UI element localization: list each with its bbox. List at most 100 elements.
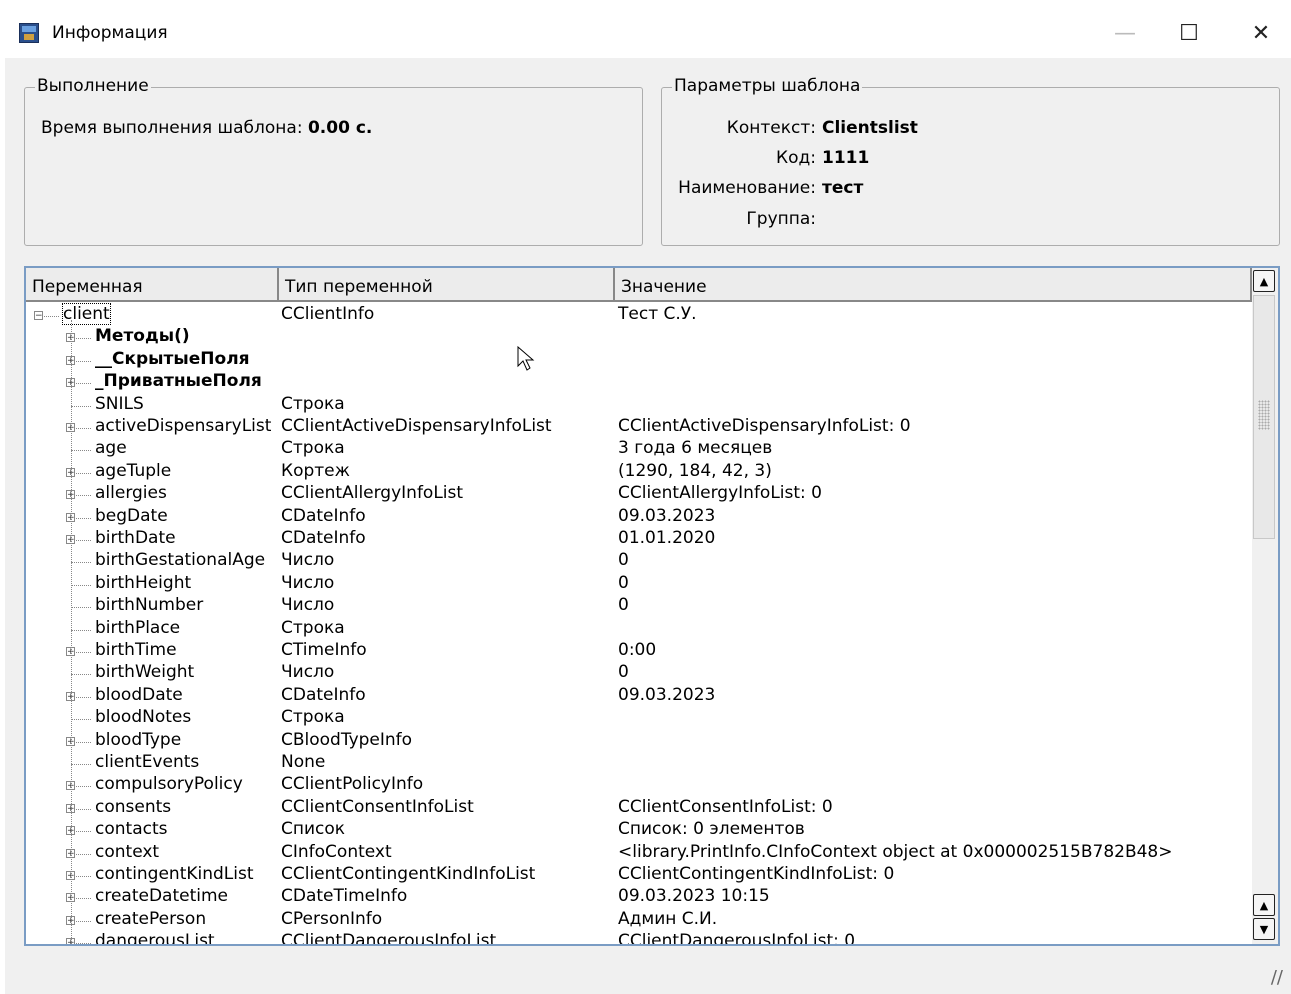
variable-value: 0 <box>618 550 629 571</box>
vertical-scrollbar[interactable]: ▲ ▲ ▼ <box>1252 268 1278 944</box>
variable-name: birthGestationalAge <box>95 550 266 571</box>
variable-value: 3 года 6 месяцев <box>618 438 773 459</box>
variable-name: Методы() <box>95 326 190 347</box>
table-row[interactable]: birthNumber Число 0 <box>26 595 1252 617</box>
scroll-up-button[interactable]: ▲ <box>1253 270 1275 292</box>
tree-connector <box>71 629 91 631</box>
variable-type: Число <box>281 572 335 593</box>
column-header-variable[interactable]: Переменная <box>26 268 279 302</box>
column-header-value[interactable]: Значение <box>615 268 1252 302</box>
table-row[interactable]: + activeDispensaryList CClientActiveDispen… <box>26 416 1252 438</box>
variable-name: consents <box>95 796 172 817</box>
table-row[interactable]: + bloodDate CDateInfo 09.03.2023 <box>26 685 1252 707</box>
table-row[interactable]: birthGestationalAge Число 0 <box>26 550 1252 572</box>
table-row[interactable]: SNILS Строка <box>26 394 1252 416</box>
table-row[interactable]: + ageTuple Кортеж (1290, 184, 42, 3) <box>26 461 1252 483</box>
execution-group-title: Выполнение <box>35 76 151 96</box>
maximize-button[interactable]: ☐ <box>1154 10 1224 56</box>
variable-name: _ПриватныеПоля <box>95 371 262 392</box>
variable-value: <library.PrintInfo.CInfoContext object a… <box>618 841 1173 862</box>
scroll-down-button[interactable]: ▼ <box>1253 918 1275 940</box>
table-row[interactable]: + createPerson CPersonInfo Админ С.И. <box>26 909 1252 931</box>
tree-connector <box>71 764 91 765</box>
variable-type: CInfoContext <box>281 841 392 862</box>
tree-connector <box>71 405 91 407</box>
table-row[interactable]: + contingentKindList CClientContingentKind… <box>26 864 1252 886</box>
table-row[interactable]: age Строка 3 года 6 месяцев <box>26 438 1252 460</box>
tree-connector <box>71 450 91 452</box>
tree-connector <box>71 674 91 676</box>
table-row[interactable]: birthHeight Число 0 <box>26 573 1252 595</box>
variable-type: Строка <box>281 707 345 728</box>
table-row[interactable]: + __СкрытыеПоля <box>26 349 1252 371</box>
table-row[interactable]: birthPlace Строка <box>26 618 1252 640</box>
variable-value: CClientConsentInfoList: 0 <box>618 796 833 817</box>
scroll-thumb[interactable] <box>1253 295 1275 539</box>
variable-name: activeDispensaryList <box>95 416 272 436</box>
table-row[interactable]: + birthTime CTimeInfo 0:00 <box>26 640 1252 662</box>
tree-connector <box>71 584 91 586</box>
minimize-button[interactable]: — <box>1090 10 1160 56</box>
variable-name: bloodDate <box>95 684 183 705</box>
variable-name: begDate <box>95 505 168 526</box>
variable-name: allergies <box>95 483 167 504</box>
table-row[interactable]: − client CClientInfo Тест С.У. <box>26 303 1252 326</box>
param-value-code: 1111 <box>822 148 870 168</box>
param-label-name: Наименование: <box>678 178 816 198</box>
variable-name: client <box>62 303 111 325</box>
table-row[interactable]: clientEvents None <box>26 752 1252 774</box>
table-row[interactable]: + _ПриватныеПоля <box>26 371 1252 393</box>
collapse-icon[interactable]: − <box>34 311 43 321</box>
variable-name: createDatetime <box>95 886 229 907</box>
table-row[interactable]: + dangerousList CClientDangerousInfoList CC… <box>26 931 1252 946</box>
table-row[interactable]: + Методы() <box>26 326 1252 348</box>
title-bar[interactable]: Информация — ☐ ✕ <box>5 10 1291 58</box>
table-row[interactable]: + birthDate CDateInfo 01.01.2020 <box>26 528 1252 550</box>
variable-name: dangerousList <box>95 931 215 946</box>
variable-value: CClientContingentKindInfoList: 0 <box>618 864 895 884</box>
table-row[interactable]: + begDate CDateInfo 09.03.2023 <box>26 506 1252 528</box>
table-row[interactable]: + compulsoryPolicy CClientPolicyInfo <box>26 774 1252 796</box>
variable-value: 0 <box>618 595 629 616</box>
variable-type: CDateInfo <box>281 505 366 526</box>
table-row[interactable]: bloodNotes Строка <box>26 707 1252 729</box>
variable-type: CDateInfo <box>281 684 366 705</box>
variable-type: CClientInfo <box>281 304 375 324</box>
variable-name: birthTime <box>95 640 177 660</box>
variable-type: Число <box>281 550 335 571</box>
column-header-type[interactable]: Тип переменной <box>279 268 615 302</box>
param-value-name: тест <box>822 178 864 198</box>
table-row[interactable]: + context CInfoContext <library.PrintInfo.C… <box>26 842 1252 864</box>
table-row[interactable]: + createDatetime CDateTimeInfo 09.03.2023 1… <box>26 886 1252 908</box>
variable-type: Число <box>281 595 335 616</box>
tree-guide <box>71 320 72 944</box>
close-button[interactable]: ✕ <box>1226 10 1291 56</box>
execution-group: Выполнение Время выполнения шаблона: 0.0… <box>24 76 643 246</box>
variable-value: 09.03.2023 <box>618 505 716 526</box>
variable-type: Строка <box>281 393 345 414</box>
table-row[interactable]: + allergies CClientAllergyInfoList CClientA… <box>26 483 1252 505</box>
table-row[interactable]: + consents CClientConsentInfoList CClientCo… <box>26 797 1252 819</box>
variable-name: context <box>95 841 160 862</box>
variable-value: 09.03.2023 10:15 <box>618 886 770 907</box>
variable-type: CTimeInfo <box>281 640 367 660</box>
variable-type: CClientContingentKindInfoList <box>281 864 536 884</box>
tree-connector <box>71 719 91 721</box>
variable-name: SNILS <box>95 393 144 414</box>
variable-name: contacts <box>95 819 168 840</box>
table-row[interactable]: + bloodType CBloodTypeInfo <box>26 730 1252 752</box>
execution-time-label: Время выполнения шаблона: <box>41 118 303 138</box>
variable-type: CDateTimeInfo <box>281 886 408 907</box>
variable-type: CClientActiveDispensaryInfoList <box>281 416 552 436</box>
variable-name: createPerson <box>95 908 207 929</box>
variable-value: CClientDangerousInfoList: 0 <box>618 931 856 946</box>
variable-name: ageTuple <box>95 460 172 481</box>
variable-type: CClientConsentInfoList <box>281 796 474 817</box>
table-row[interactable]: birthWeight Число 0 <box>26 662 1252 684</box>
resize-grip-icon[interactable]: // <box>1271 967 1283 988</box>
scroll-up-button-lower[interactable]: ▲ <box>1253 894 1275 916</box>
table-row[interactable]: + contacts Список Список: 0 элементов <box>26 819 1252 841</box>
variables-tree[interactable]: Переменная Тип переменной Значение − clie… <box>24 266 1280 946</box>
tree-connector <box>71 607 91 609</box>
variable-value: 01.01.2020 <box>618 528 716 548</box>
